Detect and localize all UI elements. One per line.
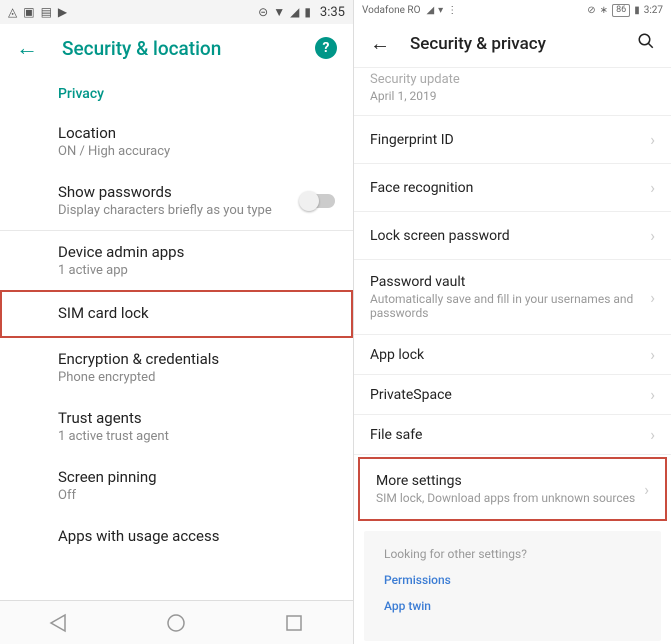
item-lock-screen-password[interactable]: Lock screen password › (354, 212, 671, 260)
battery-label: 86 (612, 4, 630, 17)
item-face-recognition[interactable]: Face recognition › (354, 164, 671, 212)
item-trust-agents[interactable]: Trust agents 1 active trust agent (0, 397, 353, 456)
item-fingerprint[interactable]: Fingerprint ID › (354, 116, 671, 164)
chevron-right-icon: › (650, 130, 655, 149)
help-icon[interactable]: ? (315, 37, 337, 59)
app-bar: ← Security & privacy (354, 20, 671, 68)
chevron-right-icon: › (650, 345, 655, 364)
page-title: Security & location (62, 37, 315, 60)
bluetooth-icon: ∗ (600, 5, 608, 16)
item-subtitle: Off (58, 488, 337, 503)
android-settings-left: ◬ ▣ ▤ ▶ ⊝ ▼ ◢ ▮ 3:35 ← Security & locati… (0, 0, 354, 644)
link-app-twin[interactable]: App twin (384, 599, 641, 613)
chevron-right-icon: › (644, 480, 649, 499)
item-subtitle: 1 active trust agent (58, 429, 337, 444)
drive-icon: ◬ (8, 5, 17, 19)
item-show-passwords[interactable]: Show passwords Display characters briefl… (0, 171, 353, 230)
item-title: Trust agents (58, 409, 337, 427)
item-title: Apps with usage access (58, 527, 337, 545)
signal-icon: ◢ (290, 5, 299, 19)
image-icon: ▣ (23, 5, 34, 19)
battery-icon: ▮ (634, 5, 640, 16)
app-bar: ← Security & location ? (0, 24, 353, 72)
nav-home-icon[interactable] (164, 611, 188, 635)
item-file-safe[interactable]: File safe › (354, 415, 671, 455)
item-title: Device admin apps (58, 243, 337, 261)
settings-list: Privacy Location ON / High accuracy Show… (0, 72, 353, 644)
item-screen-pinning[interactable]: Screen pinning Off (0, 456, 353, 515)
item-title: SIM card lock (58, 304, 335, 322)
clock: 3:35 (320, 5, 345, 20)
item-title: Lock screen password (370, 228, 650, 244)
item-security-update[interactable]: Security update April 1, 2019 (354, 68, 671, 116)
item-title: Face recognition (370, 180, 650, 196)
nav-back-icon[interactable] (47, 611, 71, 635)
page-title: Security & privacy (410, 34, 637, 54)
item-title: Show passwords (58, 183, 337, 201)
item-subtitle: 1 active app (58, 263, 337, 278)
item-title: Screen pinning (58, 468, 337, 486)
nav-recent-icon[interactable] (282, 611, 306, 635)
chevron-right-icon: › (650, 425, 655, 444)
item-usage-access[interactable]: Apps with usage access (0, 515, 353, 559)
highlight-box: More settings SIM lock, Download apps fr… (358, 457, 667, 521)
carrier-label: Vodafone RO (362, 5, 420, 16)
item-more-settings[interactable]: More settings SIM lock, Download apps fr… (360, 459, 665, 519)
chevron-right-icon: › (650, 288, 655, 307)
item-title: More settings (376, 473, 644, 489)
signal-icon: ◢ (426, 5, 434, 16)
link-permissions[interactable]: Permissions (384, 573, 641, 587)
section-privacy: Privacy (0, 72, 353, 112)
item-subtitle: Automatically save and fill in your user… (370, 292, 650, 320)
play-icon: ▶ (58, 5, 67, 19)
item-subtitle: Phone encrypted (58, 370, 337, 385)
item-privatespace[interactable]: PrivateSpace › (354, 375, 671, 415)
dnd-icon: ⊝ (258, 5, 268, 19)
alarm-icon: ⊘ (587, 5, 595, 16)
item-title: App lock (370, 347, 650, 363)
settings-list: Security update April 1, 2019 Fingerprin… (354, 68, 671, 644)
back-arrow-icon[interactable]: ← (16, 35, 38, 61)
item-title: PrivateSpace (370, 387, 650, 403)
item-title: Location (58, 124, 337, 142)
search-icon[interactable] (637, 32, 655, 55)
item-encryption[interactable]: Encryption & credentials Phone encrypted (0, 338, 353, 397)
navigation-bar (0, 600, 353, 644)
misc-icon: ⋮ (447, 5, 457, 16)
back-arrow-icon[interactable]: ← (370, 31, 390, 56)
chevron-right-icon: › (650, 178, 655, 197)
item-subtitle: Display characters briefly as you type (58, 203, 337, 218)
item-location[interactable]: Location ON / High accuracy (0, 112, 353, 171)
item-sim-card-lock[interactable]: SIM card lock (2, 292, 351, 336)
highlight-box: SIM card lock (0, 290, 353, 338)
item-title: Fingerprint ID (370, 132, 650, 148)
footer-question: Looking for other settings? (384, 547, 641, 561)
huawei-settings-right: Vodafone RO ◢ ▾ ⋮ ⊘ ∗ 86 ▮ 3:27 ← Securi… (354, 0, 671, 644)
status-bar: ◬ ▣ ▤ ▶ ⊝ ▼ ◢ ▮ 3:35 (0, 0, 353, 24)
item-title: Security update (370, 72, 655, 87)
item-title: File safe (370, 427, 650, 443)
chevron-right-icon: › (650, 385, 655, 404)
footer-card: Looking for other settings? Permissions … (364, 531, 661, 641)
battery-icon: ▮ (304, 5, 311, 19)
doc-icon: ▤ (41, 5, 52, 19)
item-subtitle: SIM lock, Download apps from unknown sou… (376, 491, 644, 505)
item-device-admin[interactable]: Device admin apps 1 active app (0, 231, 353, 290)
status-bar: Vodafone RO ◢ ▾ ⋮ ⊘ ∗ 86 ▮ 3:27 (354, 0, 671, 20)
item-password-vault[interactable]: Password vault Automatically save and fi… (354, 260, 671, 335)
clock: 3:27 (644, 5, 663, 16)
toggle-switch[interactable] (301, 194, 335, 208)
chevron-right-icon: › (650, 226, 655, 245)
item-title: Password vault (370, 274, 650, 290)
item-app-lock[interactable]: App lock › (354, 335, 671, 375)
item-subtitle: ON / High accuracy (58, 144, 337, 159)
wifi-icon: ▾ (438, 5, 443, 16)
item-title: Encryption & credentials (58, 350, 337, 368)
item-subtitle: April 1, 2019 (370, 89, 655, 103)
wifi-icon: ▼ (273, 5, 285, 19)
